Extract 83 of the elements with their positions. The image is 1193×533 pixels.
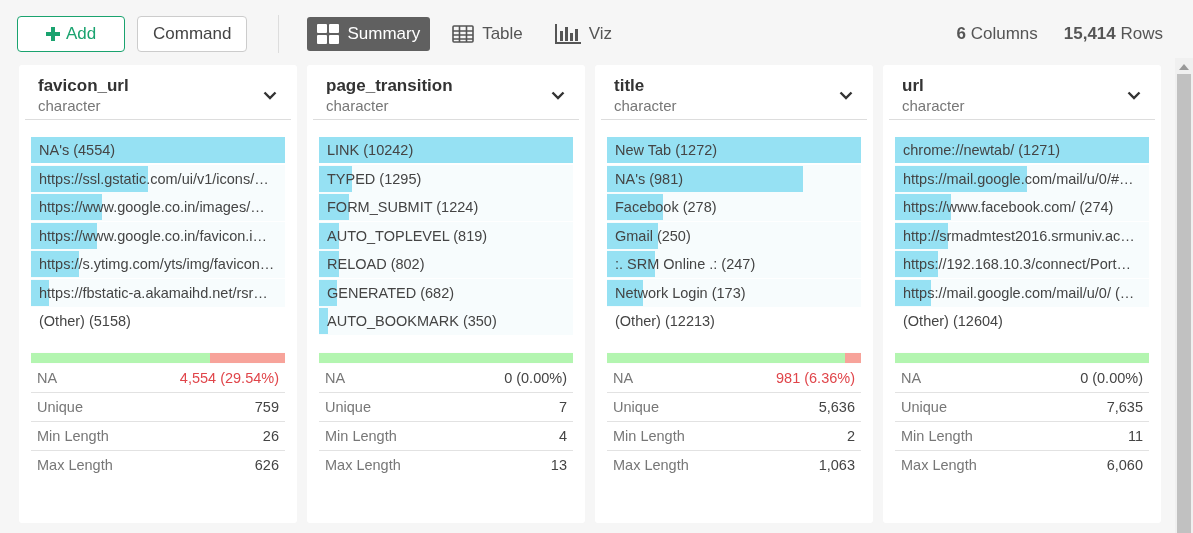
stat-value: 26	[262, 428, 279, 444]
value-label: https://s.ytimg.com/yts/img/favicon…	[38, 256, 275, 272]
stat-value: 5,636	[818, 399, 855, 415]
value-label: http://srmadmtest2016.srmuniv.ac…	[902, 227, 1135, 244]
stat-label: Min Length	[613, 428, 685, 444]
chevron-down-icon[interactable]	[263, 90, 277, 100]
grid-icon	[317, 24, 340, 44]
value-label: Network Login (173)	[614, 284, 746, 301]
value-label: Gmail (250)	[614, 227, 691, 244]
column-type: character	[614, 97, 677, 114]
stat-value: 1,063	[818, 457, 855, 473]
stat-value: 6,060	[1106, 457, 1143, 473]
value-label: https://mail.google.com/mail/u/0/#…	[902, 170, 1134, 187]
value-label: AUTO_BOOKMARK (350)	[326, 313, 497, 329]
value-label: https://www.google.co.in/favicon.i…	[38, 227, 268, 244]
column-name: favicon_url	[38, 76, 129, 96]
view-tab[interactable]: Viz	[544, 17, 623, 51]
bar-chart-icon	[554, 24, 581, 44]
chevron-down-icon[interactable]	[551, 90, 565, 100]
stat-value: 7,635	[1106, 399, 1143, 415]
stat-label: Max Length	[613, 457, 689, 473]
stat-value: 7	[558, 399, 567, 415]
column-name: title	[614, 76, 646, 96]
value-label: (Other) (12604)	[902, 313, 1003, 329]
stat-value: 0 (0.00%)	[504, 370, 567, 386]
column-type: character	[326, 97, 390, 114]
value-label: Facebook (278)	[614, 199, 717, 215]
column-name: url	[902, 76, 925, 96]
value-label: https://fbstatic-a.akamaihd.net/rsr…	[38, 284, 268, 301]
columns-count: 6 Columns	[956, 24, 1038, 44]
stat-value: 13	[550, 457, 567, 473]
view-tab[interactable]: Summary	[307, 17, 431, 51]
stat-label: NA	[613, 370, 634, 386]
stat-label: Min Length	[325, 428, 397, 444]
stat-label: Max Length	[901, 457, 977, 473]
value-label: FORM_SUBMIT (1224)	[326, 199, 479, 215]
table-icon	[452, 25, 475, 43]
value-label: RELOAD (802)	[326, 256, 425, 272]
value-label: https://ssl.gstatic.com/ui/v1/icons/…	[38, 170, 269, 187]
stat-value: 626	[254, 457, 279, 473]
value-label: New Tab (1272)	[614, 142, 718, 158]
column-type: character	[38, 97, 102, 114]
value-label: (Other) (5158)	[38, 313, 131, 329]
column-name: page_transition	[326, 76, 453, 96]
value-label: GENERATED (682)	[326, 284, 455, 301]
stat-label: NA	[37, 370, 58, 386]
stat-value: 0 (0.00%)	[1080, 370, 1143, 386]
stat-label: Max Length	[37, 457, 113, 473]
stat-label: NA	[901, 370, 922, 386]
stat-value: 981 (6.36%)	[776, 370, 855, 386]
chevron-down-icon[interactable]	[839, 90, 853, 100]
value-label: TYPED (1295)	[326, 170, 422, 187]
value-label: NA's (981)	[614, 170, 684, 187]
stat-value: 4	[558, 428, 567, 444]
rows-count: 15,414 Rows	[1063, 24, 1163, 44]
stat-label: Unique	[325, 399, 371, 415]
column-type: character	[902, 97, 965, 114]
value-label: AUTO_TOPLEVEL (819)	[326, 227, 488, 244]
stat-value: 4,554 (29.54%)	[179, 370, 279, 386]
stat-value: 2	[846, 428, 855, 444]
scrollbar[interactable]	[1175, 58, 1193, 533]
stat-label: Min Length	[37, 428, 109, 444]
value-label: https://192.168.10.3/connect/Port…	[902, 256, 1132, 272]
stat-label: Max Length	[325, 457, 401, 473]
stat-label: Unique	[37, 399, 83, 415]
value-label: chrome://newtab/ (1271)	[902, 142, 1061, 158]
command-button[interactable]: Command	[137, 16, 248, 52]
stat-value: 11	[1127, 428, 1143, 444]
plus-icon	[45, 27, 60, 41]
scrollbar-thumb[interactable]	[1177, 74, 1191, 533]
value-label: https://www.google.co.in/images/…	[38, 199, 265, 215]
value-label: (Other) (12213)	[614, 313, 715, 329]
chevron-down-icon[interactable]	[1127, 90, 1141, 100]
stat-label: Unique	[901, 399, 947, 415]
view-tab[interactable]: Table	[442, 17, 533, 51]
stat-label: Unique	[613, 399, 659, 415]
value-label: https://mail.google.com/mail/u/0/ (…	[902, 284, 1135, 301]
stat-label: Min Length	[901, 428, 973, 444]
stat-value: 759	[254, 399, 279, 415]
value-label: NA's (4554)	[38, 142, 116, 158]
value-label: LINK (10242)	[326, 142, 414, 158]
stat-label: NA	[325, 370, 346, 386]
value-label: https://www.facebook.com/ (274)	[902, 199, 1114, 215]
